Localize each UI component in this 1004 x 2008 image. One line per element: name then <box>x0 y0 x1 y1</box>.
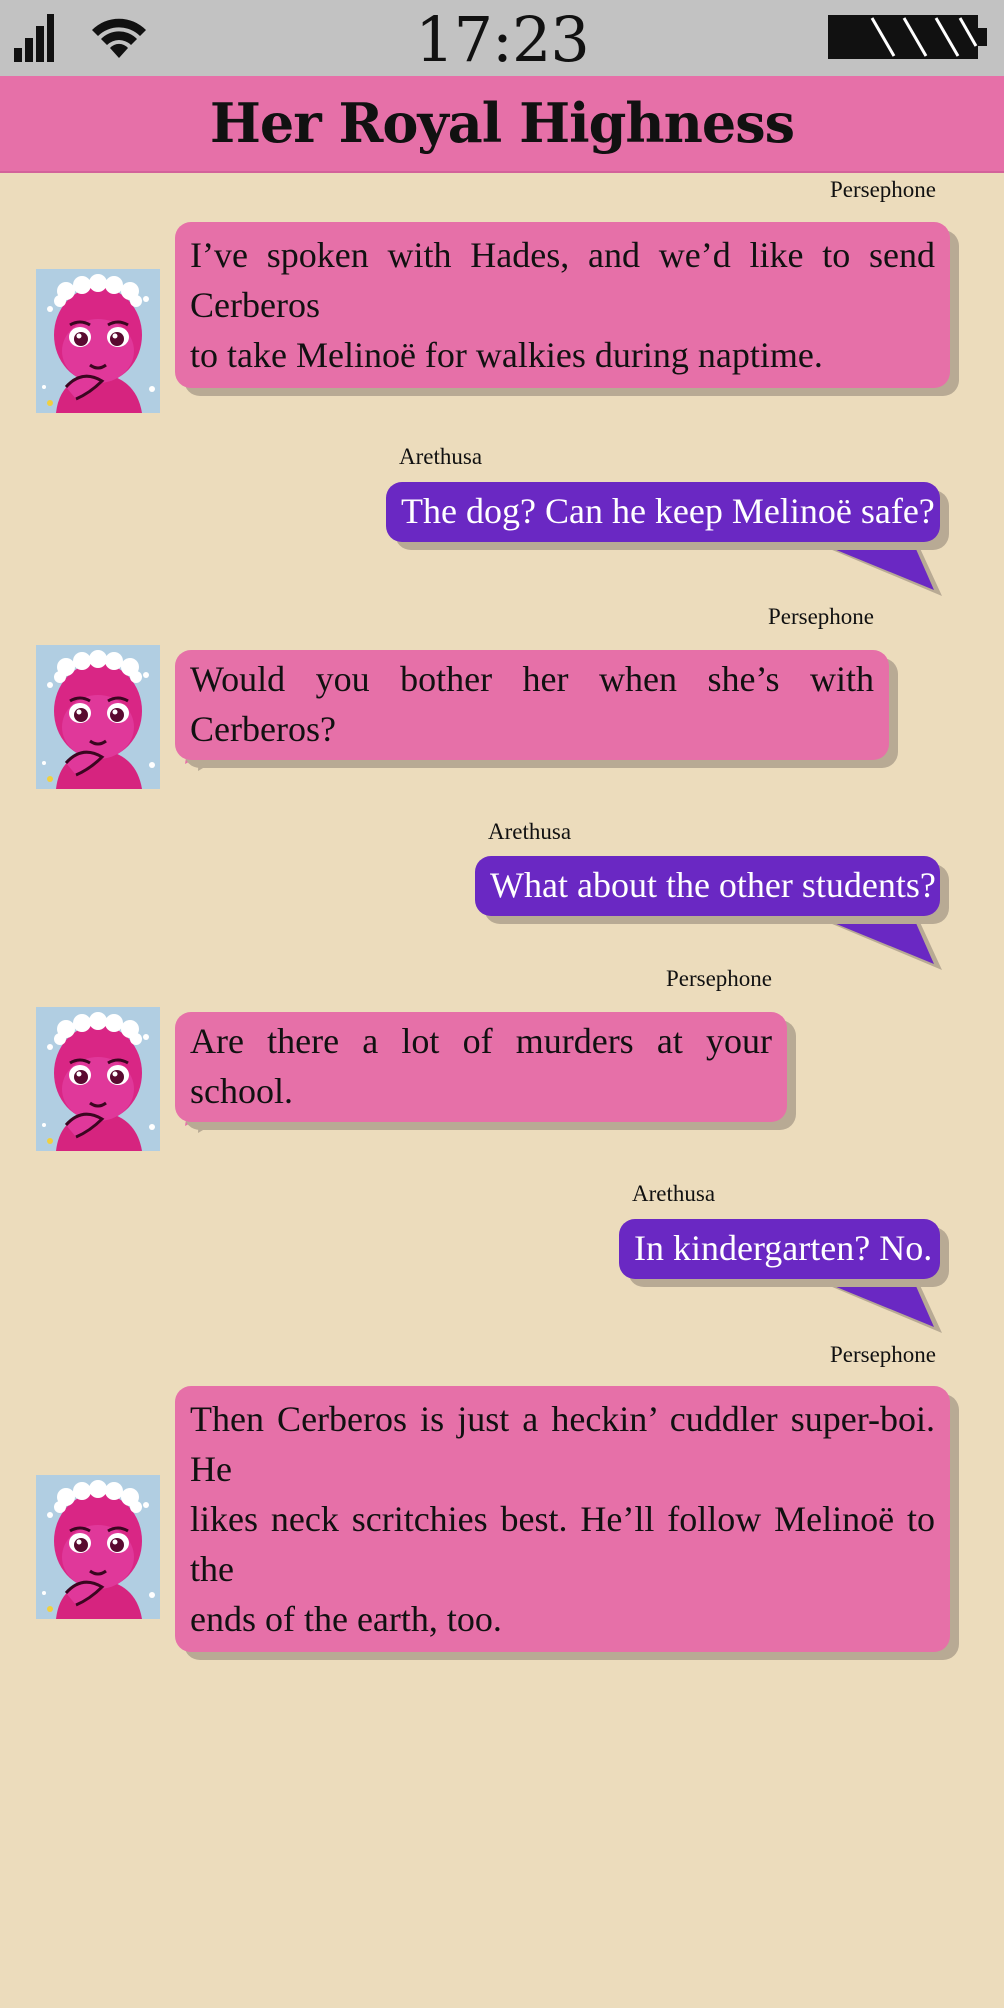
avatar-persephone <box>36 645 160 789</box>
message-line: Would you bother her when she’s with Cer… <box>190 659 874 749</box>
message-line: Then Cerberos is just a heckin’ cuddler … <box>190 1399 935 1489</box>
message-bubble[interactable]: Then Cerberos is just a heckin’ cuddler … <box>175 1386 950 1652</box>
sender-name: Arethusa <box>632 1181 716 1206</box>
message-bubble[interactable]: Are there a lot of murders at your schoo… <box>175 1012 787 1122</box>
sender-name: Persephone <box>665 966 772 991</box>
message-line: Are there a lot of murders at your schoo… <box>190 1021 772 1111</box>
message-line: to take Melinoë for walkies during napti… <box>190 335 823 375</box>
avatar-persephone <box>36 269 160 413</box>
message-line: likes neck scritchies best. He’ll follow… <box>190 1499 935 1589</box>
message-line: I’ve spoken with Hades, and we’d like to… <box>190 235 935 325</box>
message-bubble[interactable]: What about the other students? <box>475 856 940 916</box>
bubble-tail <box>812 1277 942 1333</box>
message-line: ends of the earth, too. <box>190 1599 502 1639</box>
sender-name: Arethusa <box>399 444 483 469</box>
battery-icon <box>828 15 987 59</box>
avatar-persephone <box>36 1475 160 1619</box>
sender-name: Persephone <box>767 604 874 629</box>
avatar-persephone <box>36 1007 160 1151</box>
message-bubble[interactable]: In kindergarten? No. <box>619 1219 940 1279</box>
bubble-tail <box>812 914 942 970</box>
message-line: In kindergarten? No. <box>634 1228 933 1268</box>
message-bubble[interactable]: Would you bother her when she’s with Cer… <box>175 650 889 760</box>
sender-name: Persephone <box>829 1342 936 1367</box>
message-bubble[interactable]: I’ve spoken with Hades, and we’d like to… <box>175 222 950 388</box>
message-bubble[interactable]: The dog? Can he keep Melinoë safe? <box>386 482 940 542</box>
message-line: The dog? Can he keep Melinoë safe? <box>401 491 935 531</box>
message-line: What about the other students? <box>490 865 936 905</box>
sender-name: Persephone <box>829 177 936 202</box>
chat-title: Her Royal Highness <box>209 91 795 155</box>
bubble-tail <box>812 540 942 596</box>
status-bar: 17:23 <box>0 0 1004 76</box>
sender-name: Arethusa <box>488 819 572 844</box>
chat-header: Her Royal Highness <box>0 76 1004 173</box>
